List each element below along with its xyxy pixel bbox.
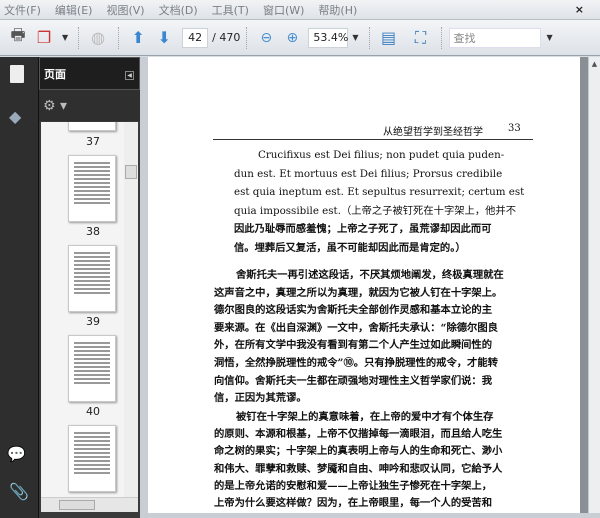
- thumbnail-page[interactable]: [68, 155, 116, 222]
- previous-page-icon[interactable]: ⬆: [126, 26, 150, 50]
- thumbnail-list[interactable]: 37 38 39 40: [41, 122, 138, 512]
- menu-edit[interactable]: 编辑(E): [55, 2, 93, 18]
- zoom-out-icon[interactable]: ⊖: [254, 26, 278, 50]
- status-bar: [148, 513, 600, 518]
- gear-icon[interactable]: ⚙ ▾: [43, 98, 67, 114]
- latin-quote: Crucifixus est Dei filius; non pudet qui…: [234, 149, 525, 254]
- thumbnail-label: 40: [86, 405, 100, 418]
- document-vertical-scrollbar[interactable]: ▲: [588, 57, 600, 518]
- thumbnail-page[interactable]: [68, 425, 116, 492]
- options-row: ⚙ ▾: [39, 90, 140, 121]
- attachments-icon[interactable]: 📎: [9, 482, 29, 501]
- menu-window[interactable]: 窗口(W): [263, 2, 304, 18]
- fit-page-icon[interactable]: ⛶: [409, 26, 433, 50]
- fit-width-icon[interactable]: ▤: [377, 26, 401, 50]
- thumbnail-page[interactable]: [68, 245, 116, 312]
- paragraph-2: 被钉在十字架上的真意味着，在上帝的爱中才有个体生存 的原则、本源和根基，上帝不仅…: [214, 411, 503, 510]
- zoom-input[interactable]: 53.4%: [308, 27, 349, 48]
- header-rule: [213, 139, 533, 140]
- separator: [368, 26, 371, 49]
- thumbnail-horizontal-scrollbar[interactable]: [41, 497, 138, 512]
- page-number: 33: [508, 123, 521, 134]
- create-pdf-icon[interactable]: ❐: [32, 26, 56, 50]
- pages-panel: 页面 ◀ ⚙ ▾ 37 38 39 40: [39, 57, 140, 518]
- next-page-icon[interactable]: ⬇: [152, 26, 176, 50]
- panel-title: 页面: [44, 67, 66, 81]
- panel-header: 页面 ◀: [39, 57, 140, 90]
- thumbnail-vertical-scrollbar[interactable]: [124, 122, 138, 497]
- comments-icon[interactable]: 💬: [7, 445, 26, 463]
- separator: [78, 26, 80, 49]
- paragraph-1: 舍斯托夫一再引述这段话，不厌其烦地阐发，终极真理就在 这声音之中，真理之所以为真…: [214, 269, 504, 405]
- running-header: 从绝望哲学到圣经哲学: [383, 127, 483, 138]
- pages-icon[interactable]: [10, 65, 24, 83]
- document-view: 从绝望哲学到圣经哲学 33 Crucifixus est Dei filius;…: [148, 57, 588, 518]
- document-page: 从绝望哲学到圣经哲学 33 Crucifixus est Dei filius;…: [148, 57, 580, 518]
- toolbar: 🖶 ❐ ▼ ◍ ⬆ ⬇ 42 / 470 ⊖ ⊕ 53.4% ▼ ▤ ⛶ 查找 ▼: [0, 20, 600, 56]
- zoom-in-icon[interactable]: ⊕: [280, 26, 304, 50]
- layers-icon[interactable]: ◆: [9, 107, 21, 126]
- scroll-up-icon[interactable]: ▲: [589, 60, 600, 68]
- thumbnail-page[interactable]: [68, 122, 116, 131]
- thumbnail-page[interactable]: [68, 335, 116, 402]
- separator: [118, 26, 120, 49]
- search-input[interactable]: 查找: [448, 27, 541, 48]
- thumbnail-label: 39: [86, 315, 100, 328]
- menu-tools[interactable]: 工具(T): [212, 2, 249, 18]
- close-icon[interactable]: ×: [575, 3, 584, 16]
- menu-bar: 文件(F) 编辑(E) 视图(V) 文档(D) 工具(T) 窗口(W) 帮助(H…: [0, 0, 600, 20]
- navigation-icon-strip: ◆ 💬 📎: [0, 57, 39, 518]
- search-dropdown-icon[interactable]: ▼: [547, 33, 553, 42]
- chevron-down-icon[interactable]: ▼: [62, 33, 68, 42]
- panel-splitter[interactable]: [140, 57, 148, 518]
- collapse-panel-button[interactable]: ◀: [125, 71, 134, 80]
- collaborate-icon: ◍: [91, 28, 106, 47]
- scroll-thumb[interactable]: [59, 500, 95, 510]
- menu-help[interactable]: 帮助(H): [318, 2, 357, 18]
- scroll-thumb[interactable]: [125, 165, 137, 179]
- separator: [246, 26, 248, 49]
- menu-file[interactable]: 文件(F): [4, 2, 41, 18]
- page-number-input[interactable]: 42: [182, 27, 209, 48]
- zoom-dropdown-icon[interactable]: ▼: [352, 33, 358, 42]
- thumbnail-label: 38: [86, 225, 100, 238]
- menu-document[interactable]: 文档(D): [159, 2, 198, 18]
- menu-view[interactable]: 视图(V): [106, 2, 144, 18]
- page-total: / 470: [212, 31, 241, 44]
- separator: [440, 26, 443, 49]
- print-icon[interactable]: 🖶: [6, 25, 30, 50]
- thumbnail-label: 37: [86, 135, 100, 148]
